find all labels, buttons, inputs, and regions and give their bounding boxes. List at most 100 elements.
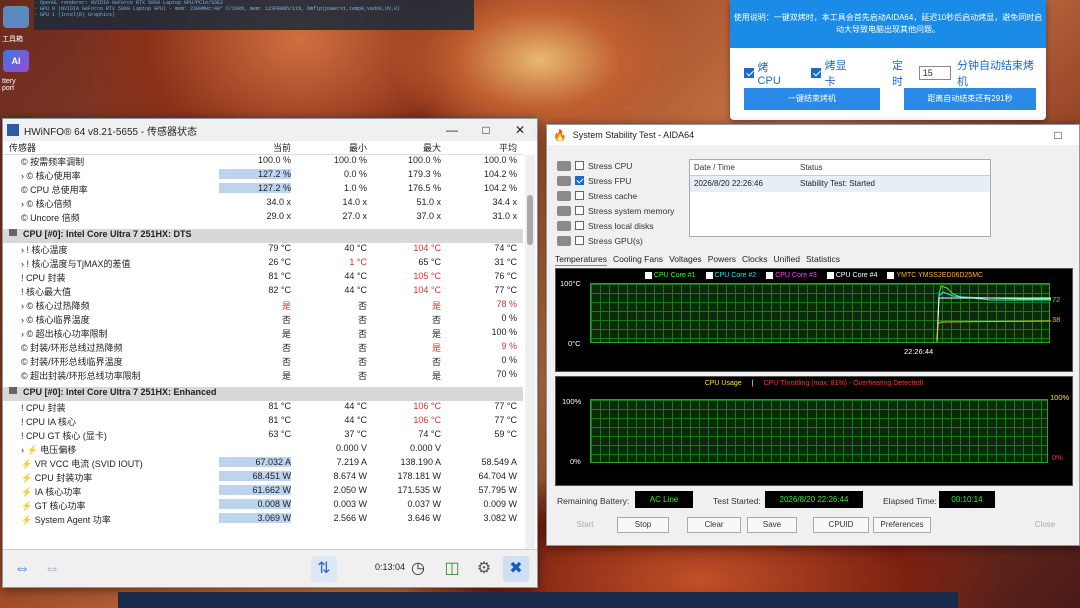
sensor-value-cur: 29.0 x [266,211,291,221]
graph-tab[interactable]: Statistics [806,253,840,266]
sensor-value-max: 104 °C [413,243,441,253]
maximize-icon[interactable]: □ [469,119,503,141]
sensor-row[interactable]: ⚡ CPU 封装功率 68.451 W 8.674 W 178.181 W 64.704… [3,471,523,485]
sensor-row[interactable]: © 封装/环形总线过热降频 否 否 是 9 % [3,341,523,355]
close-button[interactable]: Close [1019,517,1071,533]
stress-option[interactable]: Stress FPU [557,173,674,188]
sensor-value-min: 否 [357,343,367,353]
countdown-button[interactable]: 距离自动结束还有291秒 [904,88,1036,110]
legend-item[interactable]: CPU Core #4 [826,272,877,279]
nav-forward-icon[interactable]: ⇔ [39,556,65,582]
graph-tab[interactable]: Voltages [669,253,702,266]
clock-icon[interactable]: ◷ [405,556,431,582]
col-max[interactable]: 最大 [369,141,441,154]
stress-option[interactable]: Stress local disks [557,218,674,233]
timer-select[interactable]: 15 [918,66,952,80]
stress-checkbox[interactable] [575,206,584,215]
ai-desktop-icon[interactable]: AI [3,50,29,72]
sensor-group-header[interactable]: CPU [#0]: Intel Core Ultra 7 251HX: Enha… [3,387,523,401]
legend-item[interactable]: YMTC YMSS2ED06D25MC [887,272,983,279]
stress-option[interactable]: Stress GPU(s) [557,233,674,248]
graph-tab[interactable]: Unified [774,253,800,266]
sensor-value-avg: 59 °C [494,429,517,439]
col-min[interactable]: 最小 [297,141,367,154]
sensor-row[interactable]: › © 核心倍频 34.0 x 14.0 x 51.0 x 34.4 x [3,197,523,211]
cpu-burn-checkbox[interactable] [744,68,754,78]
clear-button[interactable]: Clear [687,517,741,533]
sensor-row[interactable]: © Uncore 倍频 29.0 x 27.0 x 37.0 x 31.0 x [3,211,523,225]
stress-option[interactable]: Stress CPU [557,158,674,173]
legend-checkbox[interactable] [826,272,834,279]
gpu-burn-checkbox[interactable] [811,68,821,78]
sensor-row[interactable]: © 按需频率调制 100.0 % 100.0 % 100.0 % 100.0 % [3,155,523,169]
sensor-row[interactable]: ⚡ IA 核心功率 61.662 W 2.050 W 171.535 W 57.795 … [3,485,523,499]
save-button[interactable]: Save [747,517,797,533]
overlay-info-strip: · OpenGL renderer: NVIDIA GeForce RTX 50… [34,0,474,30]
stop-button[interactable]: Stop [617,517,669,533]
sensor-row[interactable]: ! CPU IA 核心 81 °C 44 °C 106 °C 77 °C [3,415,523,429]
add-report-icon[interactable]: ◫ [439,556,465,582]
stress-checkbox[interactable] [575,191,584,200]
sensor-group-header[interactable]: CPU [#0]: Intel Core Ultra 7 251HX: DTS [3,229,523,243]
close-sensors-icon[interactable]: ✖ [503,556,529,582]
sensor-row[interactable]: › © 超出核心功率限制 是 否 是 100 % [3,327,523,341]
legend-item[interactable]: CPU Core #2 [705,272,756,279]
hwinfo-titlebar[interactable]: HWiNFO® 64 v8.21-5655 - 传感器状态 — □ ✕ [3,119,537,141]
sensor-row[interactable]: ! 核心最大值 82 °C 44 °C 104 °C 77 °C [3,285,523,299]
preferences-button[interactable]: Preferences [873,517,931,533]
sensor-value-cur: 67.032 A [219,457,291,467]
legend-item[interactable]: CPU Core #1 [644,272,696,279]
sensor-row[interactable]: › ! 核心温度 79 °C 40 °C 104 °C 74 °C [3,243,523,257]
legend-checkbox[interactable] [887,272,895,279]
stress-checkbox[interactable] [575,176,584,185]
sensor-value-min: 37 °C [344,429,367,439]
status-table-row[interactable]: 2026/8/20 22:26:46 Stability Test: Start… [690,176,990,192]
stress-checkbox[interactable] [575,161,584,170]
col-current[interactable]: 当前 [219,141,291,154]
settings-icon[interactable]: ⚙ [471,556,497,582]
network-icon[interactable]: ⇅ [311,556,337,582]
sensor-row[interactable]: © CPU 总使用率 127.2 % 1.0 % 176.5 % 104.2 % [3,183,523,197]
sensor-row[interactable]: ! CPU 封装 81 °C 44 °C 106 °C 77 °C [3,401,523,415]
sensor-row[interactable]: › © 核心临界温度 否 否 否 0 % [3,313,523,327]
cpuid-button[interactable]: CPUID [813,517,869,533]
stress-checkbox[interactable] [575,236,584,245]
sensor-row[interactable]: © 超出封装/环形总线功率限制 是 否 是 70 % [3,369,523,383]
legend-item[interactable]: CPU Core #3 [766,272,817,279]
toolbox-desktop-icon[interactable] [3,6,29,28]
close-icon[interactable]: ✕ [503,119,537,141]
stress-option[interactable]: Stress system memory [557,203,674,218]
sensor-value-max: 105 °C [413,271,441,281]
sensor-row[interactable]: ⚡ System Agent 功率 3.069 W 2.566 W 3.646 W 3.… [3,513,523,527]
legend-checkbox[interactable] [644,272,652,279]
legend-checkbox[interactable] [705,272,713,279]
sensor-value-cur: 34.0 x [266,197,291,207]
maximize-icon[interactable]: □ [1041,125,1075,145]
sensor-scrollbar[interactable] [525,155,535,551]
scrollbar-thumb[interactable] [527,195,533,245]
aida64-titlebar[interactable]: 🔥 System Stability Test - AIDA64 □ [547,125,1079,145]
nav-back-icon[interactable]: ⇔ [9,556,35,582]
start-button[interactable]: Start [557,517,613,533]
sensor-row[interactable]: © 封装/环形总线临界温度 否 否 否 0 % [3,355,523,369]
minimize-icon[interactable]: — [435,119,469,141]
stress-checkbox[interactable] [575,221,584,230]
sensor-row[interactable]: ! CPU GT 核心 (显卡) 63 °C 37 °C 74 °C 59 °C [3,429,523,443]
sensor-row[interactable]: ! CPU 封装 81 °C 44 °C 105 °C 76 °C [3,271,523,285]
graph-tab[interactable]: Cooling Fans [613,253,663,266]
sensor-row[interactable]: › © 核心过热降频 是 否 是 78 % [3,299,523,313]
sensor-row[interactable]: › © 核心使用率 127.2 % 0.0 % 179.3 % 104.2 % [3,169,523,183]
aida-button-row: Start Stop Clear Save CPUID Preferences … [557,517,1073,535]
graph-tab[interactable]: Clocks [742,253,768,266]
graph-tab[interactable]: Powers [708,253,736,266]
stop-burn-button[interactable]: 一键结束烤机 [744,88,880,110]
graph-tab[interactable]: Temperatures [555,253,607,266]
col-avg[interactable]: 平均 [445,141,517,154]
sensor-row[interactable]: ⚡ GT 核心功率 0.008 W 0.003 W 0.037 W 0.009 W [3,499,523,513]
col-sensor[interactable]: 传感器 [9,141,36,154]
stress-option[interactable]: Stress cache [557,188,674,203]
legend-checkbox[interactable] [766,272,774,279]
sensor-row[interactable]: › ⚡ 电压偏移 0.000 V 0.000 V [3,443,523,457]
sensor-row[interactable]: ⚡ VR VCC 电流 (SVID IOUT) 67.032 A 7.219 A 13… [3,457,523,471]
sensor-row[interactable]: › ! 核心温度与TjMAX的差值 26 °C 1 °C 65 °C 31 °C [3,257,523,271]
